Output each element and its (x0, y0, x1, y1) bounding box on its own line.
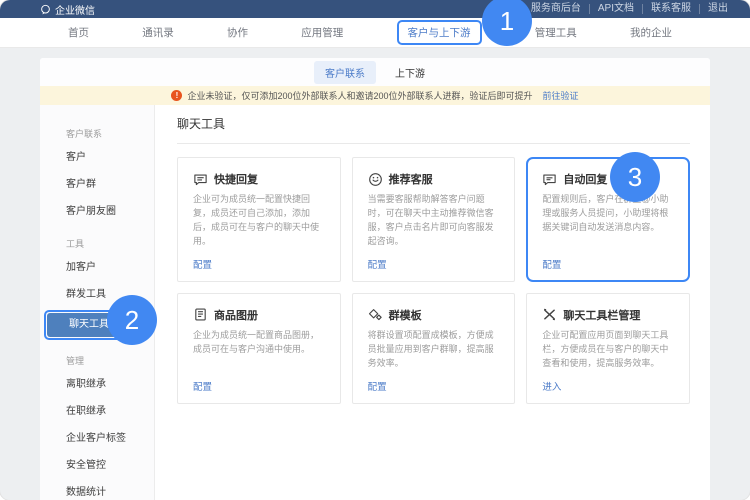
warning-icon: ! (171, 90, 182, 101)
nav-item-management-tools[interactable]: 管理工具 (535, 25, 577, 40)
quick-reply-icon (193, 172, 208, 187)
nav-item-customers-updownstream[interactable]: 客户与上下游 (397, 20, 482, 45)
nav-item-my-company[interactable]: 我的企业 (630, 25, 672, 40)
sidebar-item-corp-customer-tags[interactable]: 企业客户标签 (40, 425, 154, 452)
nav-item-collaboration[interactable]: 协作 (227, 25, 248, 40)
card-quick-reply: 快捷回复 企业可为成员统一配置快捷回复，成员还可自己添加，添加后，成员可在与客户… (177, 157, 341, 282)
app-logo: 企业微信 (40, 2, 95, 17)
product-catalog-icon (193, 307, 208, 322)
sidebar-item-data-statistics[interactable]: 数据统计 (40, 479, 154, 500)
card-title: 快捷回复 (214, 171, 258, 187)
card-title: 推荐客服 (389, 171, 433, 187)
chat-toolbar-enter-link[interactable]: 进入 (542, 371, 674, 393)
sidebar-item-security-control[interactable]: 安全管控 (40, 452, 154, 479)
banner-text: 企业未验证，仅可添加200位外部联系人和邀请200位外部联系人进群，验证后即可提… (187, 89, 532, 102)
sidebar-item-customer-moments[interactable]: 客户朋友圈 (40, 198, 154, 225)
quick-reply-configure-link[interactable]: 配置 (193, 249, 325, 271)
sidebar-item-customer-groups[interactable]: 客户群 (40, 171, 154, 198)
go-verify-link[interactable]: 前往验证 (543, 89, 579, 102)
card-description: 当需要客服帮助解答客户问题时，可在聊天中主动推荐微信客服，客户点击名片即可向客服… (368, 193, 500, 249)
card-description: 企业为成员统一配置商品图册，成员可在与客户沟通中使用。 (193, 329, 325, 357)
sidebar-section-management: 管理 (40, 342, 154, 371)
callout-step-2: 2 (107, 295, 157, 345)
sidebar-item-add-customer[interactable]: 加客户 (40, 254, 154, 281)
auto-reply-icon (542, 172, 557, 187)
sidebar-item-customers[interactable]: 客户 (40, 144, 154, 171)
verification-banner: ! 企业未验证，仅可添加200位外部联系人和邀请200位外部联系人进群，验证后即… (40, 86, 710, 105)
api-docs-link[interactable]: API文档 (589, 4, 642, 14)
wechat-work-bubble-icon (40, 4, 51, 15)
screen: 企业微信 服务商后台 API文档 联系客服 退出 首页 通讯录 协作 应用管理 … (0, 0, 750, 500)
sidebar-item-onjob-inheritance[interactable]: 在职继承 (40, 398, 154, 425)
card-chat-toolbar: 聊天工具栏管理 企业可配置应用页面到聊天工具栏，方便成员在与客户的聊天中查看和使… (526, 293, 690, 404)
card-product-catalog: 商品图册 企业为成员统一配置商品图册，成员可在与客户沟通中使用。 配置 (177, 293, 341, 404)
chat-toolbar-tools-icon (542, 307, 557, 322)
app-logo-text: 企业微信 (55, 2, 95, 17)
card-description: 企业可为成员统一配置快捷回复，成员还可自己添加，添加后，成员可在与客户的聊天中使… (193, 193, 325, 249)
auto-reply-configure-link[interactable]: 配置 (542, 249, 674, 271)
product-catalog-configure-link[interactable]: 配置 (193, 371, 325, 393)
sub-tab-bar: 客户联系 上下游 (40, 58, 710, 86)
main-nav: 首页 通讯录 协作 应用管理 客户与上下游 管理工具 我的企业 (0, 18, 750, 48)
card-description: 企业可配置应用页面到聊天工具栏，方便成员在与客户的聊天中查看和使用，提高服务效率… (542, 329, 674, 371)
card-group-template: 群模板 将群设置项配置成模板，方便成员批量应用到客户群聊，提高服务效率。 配置 (352, 293, 516, 404)
card-description: 配置规则后，客户在群里@小助理或服务人员提问，小助理将根据关键词自动发送消息内容… (542, 193, 674, 235)
card-title: 自动回复 (563, 171, 607, 187)
nav-item-app-management[interactable]: 应用管理 (301, 25, 343, 40)
group-template-icon (368, 307, 383, 322)
page-title: 聊天工具 (177, 115, 690, 144)
card-title: 商品图册 (214, 307, 258, 323)
contact-support-link[interactable]: 联系客服 (642, 4, 699, 14)
topbar-links: 服务商后台 API文档 联系客服 退出 (523, 4, 736, 14)
callout-step-3: 3 (610, 152, 660, 202)
card-title: 聊天工具栏管理 (563, 307, 640, 323)
nav-item-contacts[interactable]: 通讯录 (142, 25, 174, 40)
service-provider-console-link[interactable]: 服务商后台 (523, 4, 589, 14)
page-body: 客户联系 上下游 ! 企业未验证，仅可添加200位外部联系人和邀请200位外部联… (0, 48, 750, 500)
sidebar-item-resigned-inheritance[interactable]: 离职继承 (40, 371, 154, 398)
card-title: 群模板 (389, 307, 422, 323)
tab-updownstream[interactable]: 上下游 (384, 61, 436, 84)
sidebar-section-tools: 工具 (40, 225, 154, 254)
recommend-service-icon (368, 172, 383, 187)
logout-link[interactable]: 退出 (699, 4, 736, 14)
top-bar: 企业微信 服务商后台 API文档 联系客服 退出 (0, 0, 750, 18)
sidebar-section-customer-contact: 客户联系 (40, 115, 154, 144)
recommend-service-configure-link[interactable]: 配置 (368, 249, 500, 271)
card-description: 将群设置项配置成模板，方便成员批量应用到客户群聊，提高服务效率。 (368, 329, 500, 371)
nav-item-home[interactable]: 首页 (68, 25, 89, 40)
content-container: 客户联系 上下游 ! 企业未验证，仅可添加200位外部联系人和邀请200位外部联… (40, 58, 710, 500)
card-auto-reply: 自动回复 配置规则后，客户在群里@小助理或服务人员提问，小助理将根据关键词自动发… (526, 157, 690, 282)
group-template-configure-link[interactable]: 配置 (368, 371, 500, 393)
tab-customer-contact[interactable]: 客户联系 (314, 61, 376, 84)
tool-cards-grid: 快捷回复 企业可为成员统一配置快捷回复，成员还可自己添加，添加后，成员可在与客户… (177, 157, 690, 404)
card-recommend-service: 推荐客服 当需要客服帮助解答客户问题时，可在聊天中主动推荐微信客服，客户点击名片… (352, 157, 516, 282)
